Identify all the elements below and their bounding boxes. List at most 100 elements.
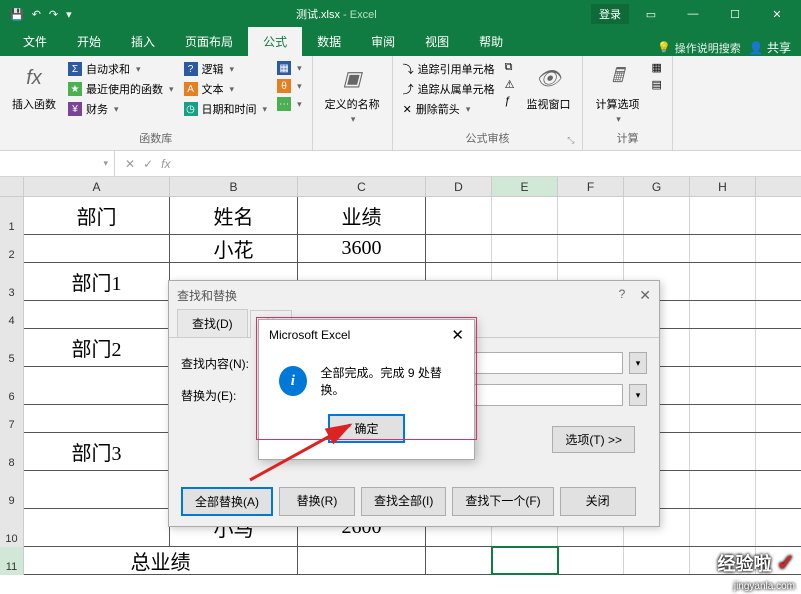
cell-A4[interactable] [24, 301, 170, 328]
close-icon[interactable]: ✕ [757, 0, 797, 28]
share-button[interactable]: 👤 共享 [749, 39, 791, 56]
cell-H1[interactable] [690, 197, 756, 234]
cell-H8[interactable] [690, 433, 756, 470]
cell-G2[interactable] [624, 235, 690, 262]
cell-H5[interactable] [690, 329, 756, 366]
cell-D2[interactable] [426, 235, 492, 262]
datetime-button[interactable]: ◷日期和时间▾ [182, 100, 270, 118]
replace-all-button[interactable]: 全部替换(A) [181, 487, 273, 516]
tab-insert[interactable]: 插入 [116, 27, 170, 56]
replace-dropdown[interactable]: ▾ [629, 384, 647, 406]
cell-H3[interactable] [690, 263, 756, 300]
cell-H7[interactable] [690, 405, 756, 432]
qat-customize-icon[interactable]: ▾ [66, 8, 72, 21]
cell-A1[interactable]: 部门 [24, 197, 170, 234]
col-header[interactable]: F [558, 177, 624, 196]
calc-options-button[interactable]: 🖩 计算选项 ▾ [591, 60, 643, 127]
tab-formula[interactable]: 公式 [248, 27, 302, 56]
cell-B2[interactable]: 小花 [170, 235, 298, 262]
name-box[interactable]: ▾ [0, 151, 115, 176]
cell-A8[interactable]: 部门3 [24, 433, 170, 470]
financial-button[interactable]: ¥财务▾ [66, 100, 176, 118]
tab-file[interactable]: 文件 [8, 27, 62, 56]
cell-F2[interactable] [558, 235, 624, 262]
row-header[interactable]: 10 [0, 509, 24, 547]
cell-E11[interactable] [492, 547, 558, 574]
autosum-button[interactable]: Σ自动求和▾ [66, 60, 176, 78]
col-header[interactable]: D [426, 177, 492, 196]
row-header[interactable]: 4 [0, 301, 24, 329]
row-header[interactable]: 8 [0, 433, 24, 471]
options-button[interactable]: 选项(T) >> [552, 426, 635, 453]
tell-me-search[interactable]: 💡 操作说明搜索 [657, 40, 741, 56]
cell-G11[interactable] [624, 547, 690, 574]
enter-icon[interactable]: ✓ [143, 157, 153, 171]
cell-A2[interactable] [24, 235, 170, 262]
cell-G1[interactable] [624, 197, 690, 234]
col-header[interactable]: A [24, 177, 170, 196]
cell-A11[interactable]: 总业绩 [24, 547, 298, 574]
row-header[interactable]: 11 [0, 547, 24, 575]
show-formulas-button[interactable]: ⧉ [503, 60, 517, 75]
trace-dependents-button[interactable]: ⤴追踪从属单元格 [401, 80, 497, 98]
text-button[interactable]: A文本▾ [182, 80, 270, 98]
remove-arrows-button[interactable]: ✕删除箭头▾ [401, 100, 497, 118]
fx-icon[interactable]: fx [161, 157, 170, 171]
recent-functions-button[interactable]: ★最近使用的函数▾ [66, 80, 176, 98]
tab-view[interactable]: 视图 [410, 27, 464, 56]
cell-A7[interactable] [24, 405, 170, 432]
tab-find[interactable]: 查找(D) [177, 309, 248, 337]
tab-layout[interactable]: 页面布局 [170, 27, 248, 56]
more-functions-button[interactable]: ⋯▾ [275, 96, 304, 112]
cell-C1[interactable]: 业绩 [298, 197, 426, 234]
math-button[interactable]: θ▾ [275, 78, 304, 94]
col-header[interactable]: G [624, 177, 690, 196]
row-header[interactable]: 7 [0, 405, 24, 433]
cell-D11[interactable] [426, 547, 492, 574]
cell-A10[interactable] [24, 509, 170, 546]
close-icon[interactable]: ✕ [639, 287, 651, 304]
cell-B1[interactable]: 姓名 [170, 197, 298, 234]
col-header[interactable]: E [492, 177, 558, 196]
row-header[interactable]: 2 [0, 235, 24, 263]
redo-icon[interactable]: ↷ [49, 8, 58, 21]
cell-H10[interactable] [690, 509, 756, 546]
cell-F11[interactable] [558, 547, 624, 574]
evaluate-button[interactable]: ƒ [503, 94, 517, 108]
minimize-icon[interactable]: ― [673, 0, 713, 28]
col-header[interactable]: H [690, 177, 756, 196]
close-icon[interactable]: ✕ [451, 326, 464, 344]
calc-now-button[interactable]: ▦ [649, 60, 663, 75]
cell-D1[interactable] [426, 197, 492, 234]
cell-A5[interactable]: 部门2 [24, 329, 170, 366]
row-header[interactable]: 6 [0, 367, 24, 405]
tab-help[interactable]: 帮助 [464, 27, 518, 56]
ok-button[interactable]: 确定 [328, 414, 404, 443]
cell-A9[interactable] [24, 471, 170, 508]
cell-H4[interactable] [690, 301, 756, 328]
find-all-button[interactable]: 查找全部(I) [361, 487, 446, 516]
replace-button[interactable]: 替换(R) [279, 487, 355, 516]
select-all-corner[interactable] [0, 177, 24, 196]
tab-home[interactable]: 开始 [62, 27, 116, 56]
close-button[interactable]: 关闭 [560, 487, 636, 516]
logical-button[interactable]: ?逻辑▾ [182, 60, 270, 78]
help-icon[interactable]: ? [619, 287, 626, 304]
find-next-button[interactable]: 查找下一个(F) [452, 487, 553, 516]
cell-F1[interactable] [558, 197, 624, 234]
cell-E1[interactable] [492, 197, 558, 234]
row-header[interactable]: 1 [0, 197, 24, 235]
error-check-button[interactable]: ⚠ [503, 77, 517, 92]
tab-review[interactable]: 审阅 [356, 27, 410, 56]
login-button[interactable]: 登录 [591, 4, 629, 24]
lookup-button[interactable]: ▦▾ [275, 60, 304, 76]
cell-E2[interactable] [492, 235, 558, 262]
cell-H6[interactable] [690, 367, 756, 404]
col-header[interactable]: C [298, 177, 426, 196]
row-header[interactable]: 5 [0, 329, 24, 367]
defined-names-button[interactable]: ▣ 定义的名称 ▾ [321, 60, 384, 127]
save-icon[interactable]: 💾 [10, 8, 24, 21]
row-header[interactable]: 9 [0, 471, 24, 509]
ribbon-options-icon[interactable]: ▭ [631, 0, 671, 28]
cell-A3[interactable]: 部门1 [24, 263, 170, 300]
